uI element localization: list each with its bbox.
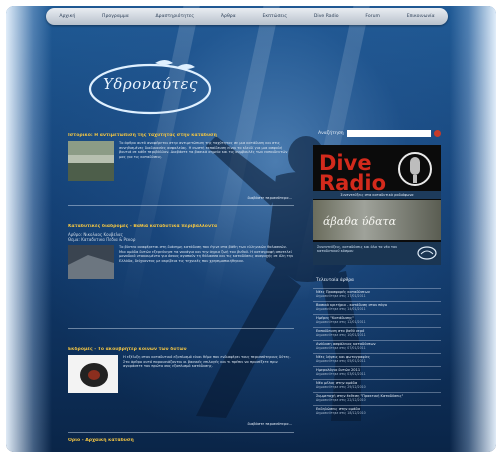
nav-item-home[interactable]: Αρχική [59,14,75,19]
article-title[interactable]: Εκδρομές - Το ακουβρήτερ κοινών των δυτώ… [68,347,294,352]
site-logo[interactable]: Υδροναύτες [85,55,215,120]
article-text: Η εξέλιξη στον καταδυτικό εξοπλισμό είνα… [123,355,291,369]
article-topic: Θεμα: Καταδυτικα Πεδια & Ρεκορ [68,237,136,242]
dive-radio-title: Dive Radio [319,153,386,194]
search-label: Αναζήτηση [318,131,344,136]
dive-radio-footer-text: Συνεντεύξεις, καταδύσεις και όλα τα νέα … [317,245,398,254]
list-item-date: Δημοσιεύτηκε στις 07/01/2011 [316,346,366,350]
nav-item-contact[interactable]: Επικοινωνία [407,14,435,19]
dive-radio-footer: Συνεντεύξεις, καταδύσεις και όλα τα νέα … [313,242,441,265]
list-item-date: Δημοσιεύτηκε στις 18/12/2010 [316,411,366,415]
article-body: Το βίντεο αναφέρεται στη διάσημη κατάδυσ… [68,245,294,305]
article-title[interactable]: Καταδυτικές διαδρομές - Βαθιά καταδυτικά… [68,224,294,229]
nav-item-forum[interactable]: Forum [365,14,380,19]
shallow-waters-title: άβαθα ύδατα [323,215,397,228]
list-item-date: Δημοσιεύτηκε στις 17/01/2011 [316,294,366,298]
read-more-link[interactable]: διαβάστε περισσότερα... [247,422,292,426]
nav-item-program[interactable]: Προγραμμα [102,14,129,19]
microphone-icon [398,152,432,186]
nav-item-discounts[interactable]: Εκπτώσεις [262,14,287,19]
list-item-date: Δημοσιεύτηκε στις 29/12/2010 [316,385,366,389]
list-item-date: Δημοσιεύτηκε στις 22/12/2010 [316,398,366,402]
latest-articles-heading: Τελευταία άρθρα [316,278,354,283]
article-thumbnail[interactable] [68,141,114,181]
nav-item-articles[interactable]: Άρθρα [221,14,236,19]
article-1: Ιστορικό: Η αντιμετώπιση της ταχύτητας σ… [68,133,294,200]
latest-articles-list: Νέες Προσφορές καταδύσεων Δημοσιεύτηκε στ… [313,288,441,418]
article-title[interactable]: Ιστορικό: Η αντιμετώπιση της ταχύτητας σ… [68,133,294,138]
divider [68,205,294,206]
list-item[interactable]: Βασικά κριτήρια - κατάδυση στον πάγο Δημο… [313,301,441,314]
article-text: Το άρθρο αυτό αναφέρεται στην αντιμετώπι… [119,141,288,159]
article-2: Καταδυτικές διαδρομές - Βαθιά καταδυτικά… [68,224,294,305]
article-title[interactable]: Ορίο - Αρχαϊκή κατάδυση [68,438,294,443]
dive-radio-subtitle: Συνεντεύξεις στα καταδυτικά ραδιόφωνα [313,191,441,199]
divider [68,432,294,433]
list-item[interactable]: Ανάλυση ασφάλειας καταδύσεων Δημοσιεύτηκε… [313,340,441,353]
nav-item-activities[interactable]: Δραστηριότητες [156,14,195,19]
article-thumbnail[interactable] [68,355,118,393]
article-4: Ορίο - Αρχαϊκή κατάδυση [68,438,294,446]
top-navigation: Αρχική Προγραμμα Δραστηριότητες Άρθρα Εκ… [46,8,448,25]
dive-logo-icon [417,246,437,260]
list-item[interactable]: Νέες Προσφορές καταδύσεων Δημοσιεύτηκε στ… [313,288,441,301]
article-body: Η εξέλιξη στον καταδυτικό εξοπλισμό είνα… [68,355,294,400]
search-box: Αναζήτηση [318,130,441,137]
dive-radio-banner[interactable]: Dive Radio Συνεντεύξεις στα καταδυτικά ρ… [313,145,441,265]
list-item[interactable]: Ημερολόγιο δυτών 2011 Δημοσιεύτηκε στις 0… [313,366,441,379]
list-item[interactable]: Εκπαίδευση στο βαθύ νερό Δημοσιεύτηκε στι… [313,327,441,340]
read-more-link[interactable]: διαβάστε περισσότερα... [247,196,292,200]
decorative-edge-right [450,6,496,452]
decorative-edge-left [6,6,52,452]
list-item-date: Δημοσιεύτηκε στις 03/01/2011 [316,372,366,376]
logo-text: Υδροναύτες [103,75,198,93]
list-item[interactable]: Συμμετοχή στην έκθεση "Πρακτική Καταδύσε… [313,392,441,405]
list-item-date: Δημοσιεύτηκε στις 05/01/2011 [316,359,366,363]
article-3: Εκδρομές - Το ακουβρήτερ κοινών των δυτώ… [68,347,294,426]
search-input[interactable] [346,130,431,137]
article-body: Το άρθρο αυτό αναφέρεται στην αντιμετώπι… [68,141,294,187]
article-text: Το βίντεο αναφέρεται στη διάσημη κατάδυσ… [119,245,294,263]
list-item[interactable]: Νέο μέλος στην ομάδα Δημοσιεύτηκε στις 29… [313,379,441,392]
list-item-date: Δημοσιεύτηκε στις 12/01/2011 [316,320,366,324]
article-thumbnail[interactable] [68,245,114,279]
list-item-date: Δημοσιεύτηκε στις 10/01/2011 [316,333,366,337]
nav-item-dive-radio[interactable]: Dive Radio [314,14,339,19]
list-item[interactable]: Ημέρες "Κατάδυσης" Δημοσιεύτηκε στις 12/0… [313,314,441,327]
list-item[interactable]: Νέες λήψεις και φωτογραφίες Δημοσιεύτηκε … [313,353,441,366]
list-item-date: Δημοσιεύτηκε στις 14/01/2011 [316,307,366,311]
search-button[interactable] [433,130,441,137]
list-item[interactable]: Εκδηλώσεις στην ομάδα Δημοσιεύτηκε στις 1… [313,405,441,418]
divider [68,328,294,329]
